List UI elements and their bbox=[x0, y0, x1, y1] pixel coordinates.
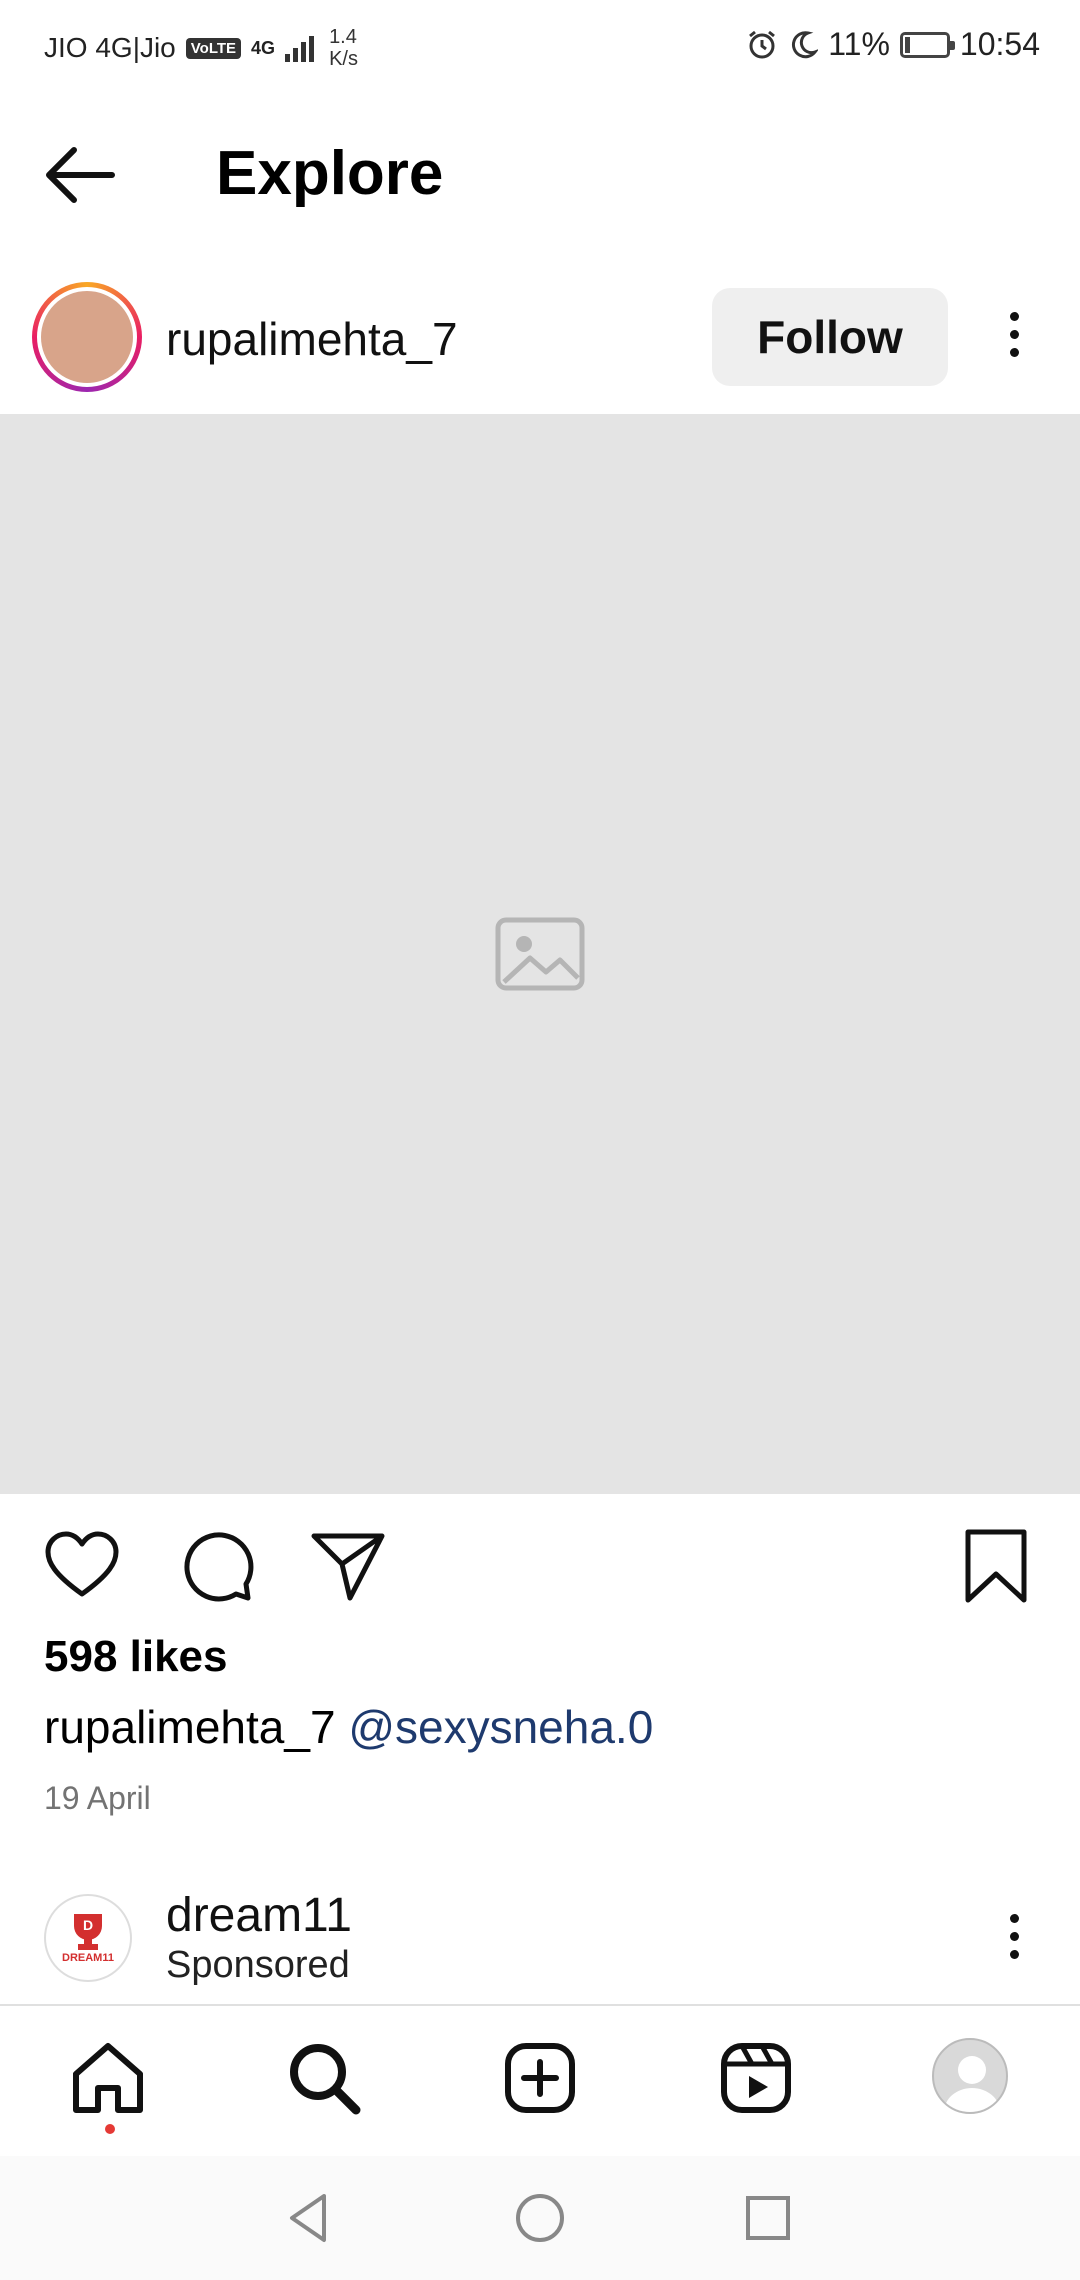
back-triangle-icon[interactable] bbox=[280, 2188, 340, 2248]
system-nav-bar bbox=[0, 2156, 1080, 2280]
nav-profile[interactable] bbox=[932, 2038, 1012, 2118]
network-type: 4G bbox=[251, 37, 276, 58]
page-title: Explore bbox=[216, 139, 444, 208]
comment-icon[interactable] bbox=[178, 1528, 254, 1604]
user-silhouette-icon bbox=[944, 2056, 1000, 2112]
post-action-bar bbox=[0, 1500, 1080, 1630]
sponsored-label: Sponsored bbox=[166, 1944, 350, 1986]
battery-icon bbox=[899, 31, 955, 58]
reels-icon bbox=[721, 2043, 791, 2113]
svg-text:D: D bbox=[83, 1917, 93, 1933]
status-right: 11% 10:54 bbox=[746, 26, 1040, 63]
post-date: 19 April bbox=[44, 1780, 151, 1816]
home-icon bbox=[73, 2043, 143, 2113]
more-vertical-icon[interactable] bbox=[1010, 1914, 1019, 1959]
image-placeholder-icon bbox=[495, 917, 585, 991]
sponsor-logo[interactable]: D DREAM11 bbox=[44, 1894, 132, 1982]
profile-avatar bbox=[932, 2038, 1008, 2114]
back-button[interactable] bbox=[40, 140, 120, 210]
heart-icon[interactable] bbox=[44, 1528, 120, 1604]
alarm-icon bbox=[749, 30, 776, 58]
status-left: JIO 4G|Jio VoLTE 4G 1.4 K/s bbox=[44, 26, 358, 70]
more-vertical-icon[interactable] bbox=[1010, 312, 1019, 357]
notification-dot bbox=[105, 2124, 115, 2134]
arrow-left-icon bbox=[46, 147, 115, 203]
speed-value: 1.4 bbox=[329, 26, 357, 48]
share-icon[interactable] bbox=[310, 1528, 386, 1604]
post-username[interactable]: rupalimehta_7 bbox=[166, 312, 458, 366]
caption-username[interactable]: rupalimehta_7 bbox=[44, 1701, 336, 1753]
post-image[interactable] bbox=[0, 414, 1080, 1494]
signal-icon bbox=[285, 36, 315, 62]
follow-button[interactable]: Follow bbox=[712, 288, 948, 386]
volte-badge: VoLTE bbox=[185, 37, 242, 59]
status-bar: JIO 4G|Jio VoLTE 4G 1.4 K/s 11% 10:54 bbox=[0, 0, 1080, 92]
bottom-nav bbox=[0, 2004, 1080, 2154]
post-author-avatar[interactable] bbox=[32, 282, 142, 392]
clock: 10:54 bbox=[959, 26, 1040, 62]
sponsored-post-header: D DREAM11 dream11 Sponsored bbox=[0, 1880, 1080, 2006]
battery-fill bbox=[904, 36, 910, 53]
sponsor-name[interactable]: dream11 bbox=[166, 1888, 352, 1943]
sponsor-logo-text: DREAM11 bbox=[62, 1952, 114, 1964]
likes-count[interactable]: 598 likes bbox=[44, 1632, 228, 1682]
speed-unit: K/s bbox=[329, 48, 358, 70]
create-post-icon bbox=[505, 2043, 575, 2113]
battery-percent: 11% bbox=[828, 26, 890, 62]
nav-search[interactable] bbox=[284, 2038, 364, 2118]
search-icon bbox=[290, 2044, 361, 2115]
carrier-label: JIO 4G|Jio bbox=[44, 32, 176, 63]
caption-mention[interactable]: @sexysneha.0 bbox=[348, 1701, 653, 1753]
avatar-image bbox=[37, 287, 137, 387]
caption: rupalimehta_7 @sexysneha.0 bbox=[44, 1700, 653, 1754]
nav-home[interactable] bbox=[68, 2038, 148, 2134]
top-bar: Explore bbox=[0, 110, 1080, 240]
bookmark-icon[interactable] bbox=[958, 1528, 1034, 1604]
moon-icon bbox=[792, 30, 819, 58]
post-header: rupalimehta_7 Follow bbox=[0, 276, 1080, 412]
nav-reels[interactable] bbox=[716, 2038, 796, 2118]
recents-square-icon[interactable] bbox=[738, 2188, 798, 2248]
nav-create[interactable] bbox=[500, 2038, 580, 2118]
home-circle-icon[interactable] bbox=[510, 2188, 570, 2248]
trophy-logo-icon: D bbox=[74, 1914, 102, 1950]
network-speed: 1.4 K/s bbox=[329, 26, 358, 70]
